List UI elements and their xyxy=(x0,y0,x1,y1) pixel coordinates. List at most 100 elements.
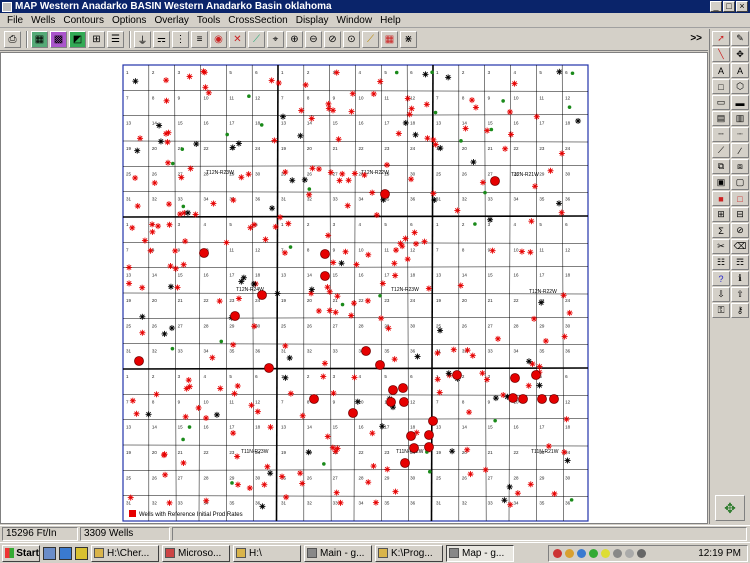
gas-well-symbol[interactable] xyxy=(178,174,185,181)
gas-well-symbol[interactable] xyxy=(185,377,192,384)
gas-well-symbol[interactable] xyxy=(186,383,193,390)
menu-contours[interactable]: Contours xyxy=(59,15,108,26)
gas-well-symbol[interactable] xyxy=(262,236,269,243)
gas-well-symbol[interactable] xyxy=(506,108,513,115)
gas-well-symbol[interactable] xyxy=(335,136,342,143)
task-explorer-h[interactable]: H:\ xyxy=(233,544,301,562)
task-explorer-cher[interactable]: H:\Cher... xyxy=(91,544,159,562)
gas-well-symbol[interactable] xyxy=(333,489,340,496)
task-main[interactable]: Main - g... xyxy=(304,544,372,562)
gas-well-symbol[interactable] xyxy=(251,221,258,228)
dry-hole-symbol[interactable] xyxy=(132,78,139,85)
crosshair-icon[interactable]: ✕ xyxy=(229,31,246,48)
dry-hole-symbol[interactable] xyxy=(193,140,200,147)
network-icon[interactable] xyxy=(565,549,574,558)
dry-hole-symbol[interactable] xyxy=(134,147,141,154)
gas-well-symbol[interactable] xyxy=(551,490,558,497)
gas-well-symbol[interactable] xyxy=(337,499,344,506)
line-tool-icon[interactable]: ⟋ xyxy=(248,31,265,48)
gas-well-symbol[interactable] xyxy=(489,247,496,254)
delete-icon[interactable]: ✂ xyxy=(712,239,730,254)
no-entry-icon[interactable]: ⊘ xyxy=(731,223,749,238)
grid-icon[interactable]: ▦ xyxy=(381,31,398,48)
curve-icon[interactable]: ⟋ xyxy=(712,143,730,158)
dry-hole-symbol[interactable] xyxy=(506,483,513,490)
red-outline-icon[interactable]: □ xyxy=(731,191,749,206)
polygon-icon[interactable]: ⬡ xyxy=(731,79,749,94)
paste-icon[interactable]: ⧈ xyxy=(731,159,749,174)
gas-well-symbol[interactable] xyxy=(281,249,288,256)
table-icon[interactable]: ▥ xyxy=(731,111,749,126)
toolbar-overflow-button[interactable]: >> xyxy=(690,33,702,44)
antivirus-icon[interactable] xyxy=(553,549,562,558)
gas-well-symbol[interactable] xyxy=(315,307,322,314)
gas-well-symbol[interactable] xyxy=(254,408,261,415)
dry-hole-symbol[interactable] xyxy=(525,358,532,365)
gas-well-symbol[interactable] xyxy=(205,89,212,96)
gas-well-symbol[interactable] xyxy=(279,473,286,480)
task-microsoft[interactable]: Microso... xyxy=(162,544,230,562)
gas-well-symbol[interactable] xyxy=(345,177,352,184)
gas-well-symbol[interactable] xyxy=(129,397,136,404)
gas-well-symbol[interactable] xyxy=(167,263,174,270)
gas-well-symbol[interactable] xyxy=(436,389,443,396)
gas-well-symbol[interactable] xyxy=(245,171,252,178)
gas-well-symbol[interactable] xyxy=(186,73,193,80)
gas-well-symbol[interactable] xyxy=(209,354,216,361)
dry-hole-symbol[interactable] xyxy=(168,325,175,332)
dry-hole-symbol[interactable] xyxy=(286,354,293,361)
dry-hole-symbol[interactable] xyxy=(402,119,409,126)
dry-hole-symbol[interactable] xyxy=(556,200,563,207)
gas-well-symbol[interactable] xyxy=(514,490,521,497)
gas-well-symbol[interactable] xyxy=(391,356,398,363)
menu-wells[interactable]: Wells xyxy=(27,15,59,26)
dry-hole-symbol[interactable] xyxy=(250,280,257,287)
measure-ruler-icon[interactable]: ⟋ xyxy=(362,31,379,48)
dry-hole-symbol[interactable] xyxy=(492,395,499,402)
gas-well-symbol[interactable] xyxy=(126,280,133,287)
well-list-icon[interactable]: ☰ xyxy=(107,31,124,48)
gas-well-symbol[interactable] xyxy=(272,223,279,230)
send-back-icon[interactable]: ▢ xyxy=(731,175,749,190)
gas-well-symbol[interactable] xyxy=(391,260,398,267)
gas-well-symbol[interactable] xyxy=(230,430,237,437)
gas-well-symbol[interactable] xyxy=(203,497,210,504)
gas-well-symbol[interactable] xyxy=(287,390,294,397)
gas-well-symbol[interactable] xyxy=(139,284,146,291)
gas-well-symbol[interactable] xyxy=(234,382,241,389)
gas-well-symbol[interactable] xyxy=(566,309,573,316)
gas-well-symbol[interactable] xyxy=(271,137,278,144)
gas-well-symbol[interactable] xyxy=(298,107,305,114)
dry-hole-symbol[interactable] xyxy=(139,313,146,320)
dry-hole-symbol[interactable] xyxy=(538,299,545,306)
dry-hole-symbol[interactable] xyxy=(437,327,444,334)
gas-well-symbol[interactable] xyxy=(251,323,258,330)
shield-icon[interactable] xyxy=(577,549,586,558)
gas-well-symbol[interactable] xyxy=(151,179,158,186)
task-map[interactable]: Map - g... xyxy=(446,544,514,562)
gas-well-symbol[interactable] xyxy=(139,329,146,336)
gas-well-symbol[interactable] xyxy=(216,298,223,305)
gas-well-symbol[interactable] xyxy=(282,169,289,176)
gas-well-symbol[interactable] xyxy=(210,200,217,207)
gas-well-symbol[interactable] xyxy=(320,373,327,380)
gas-well-symbol[interactable] xyxy=(507,501,514,508)
gas-well-symbol[interactable] xyxy=(132,174,139,181)
export-icon[interactable]: ⇧ xyxy=(731,287,749,302)
dry-hole-symbol[interactable] xyxy=(412,131,419,138)
gas-well-symbol[interactable] xyxy=(402,235,409,242)
gas-well-symbol[interactable] xyxy=(408,176,415,183)
dry-hole-symbol[interactable] xyxy=(269,205,276,212)
color-map-icon[interactable]: ▩ xyxy=(50,31,67,48)
gas-well-symbol[interactable] xyxy=(321,360,328,367)
gas-well-symbol[interactable] xyxy=(377,78,384,85)
gas-well-symbol[interactable] xyxy=(430,190,437,197)
gas-well-symbol[interactable] xyxy=(483,376,490,383)
gas-well-symbol[interactable] xyxy=(339,170,346,177)
outlook-icon[interactable] xyxy=(75,546,88,560)
gas-well-symbol[interactable] xyxy=(302,81,309,88)
gas-well-symbol[interactable] xyxy=(434,350,441,357)
dash-line-icon[interactable]: ┄ xyxy=(712,127,730,142)
dry-hole-symbol[interactable] xyxy=(431,196,438,203)
filter-icon[interactable]: ⏚ xyxy=(134,31,151,48)
